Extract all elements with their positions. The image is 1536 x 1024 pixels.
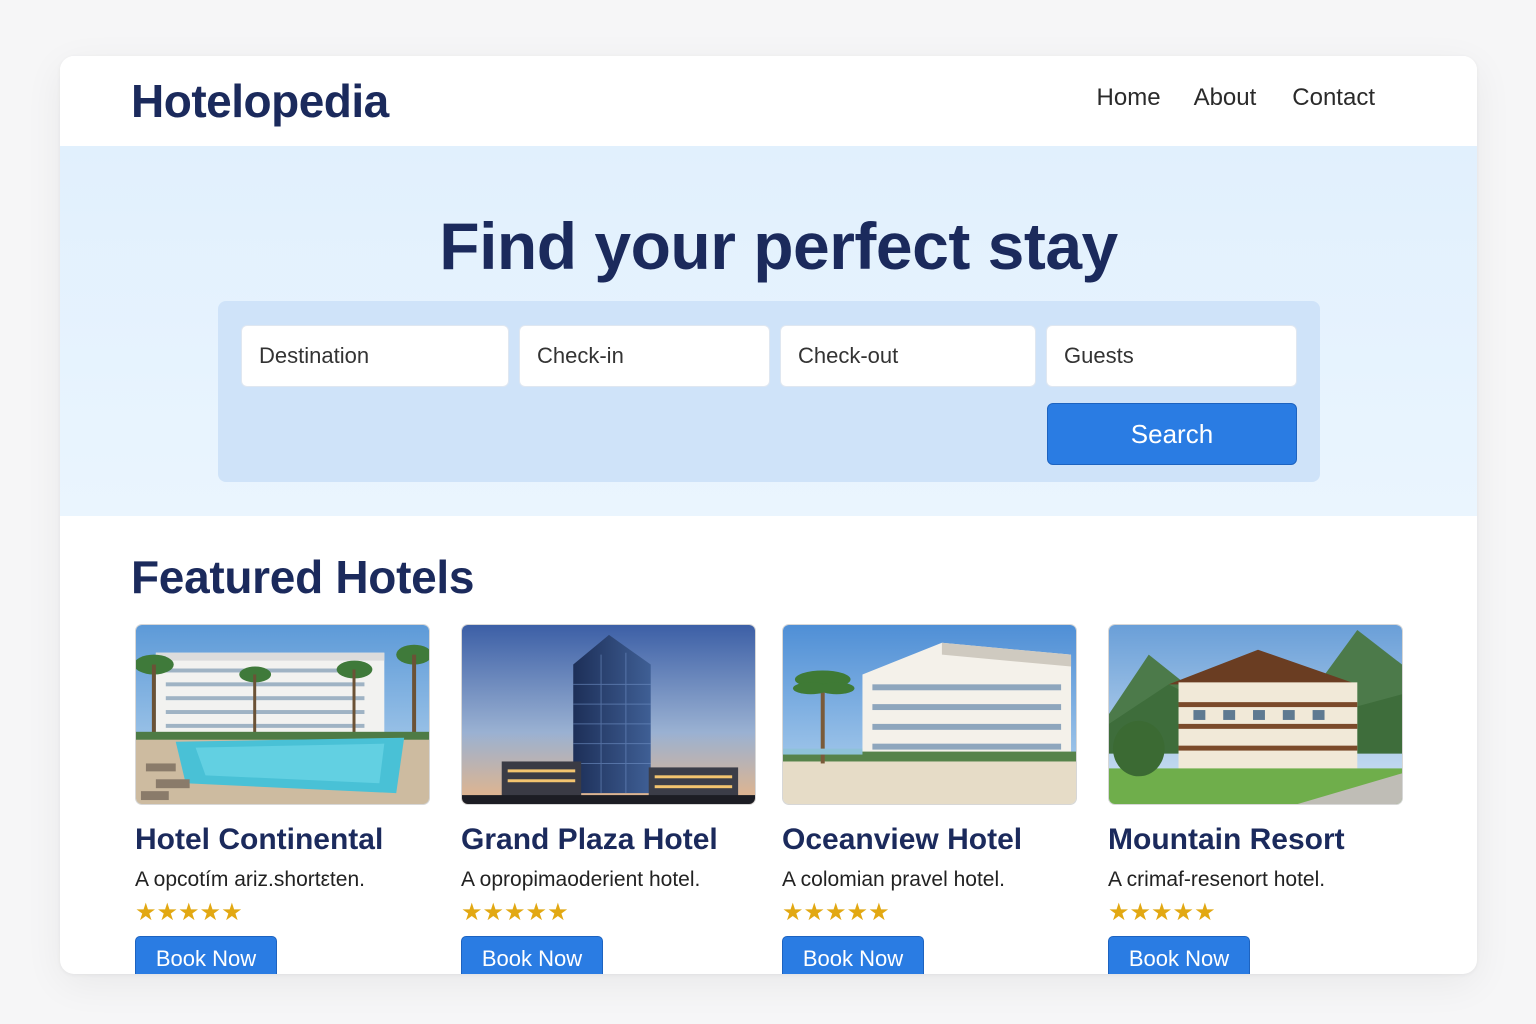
check-in-input[interactable]: Check-in — [519, 325, 770, 387]
star-rating-icon: ★★★★★ — [461, 898, 569, 926]
hotel-photo-mountain-chalet[interactable] — [1108, 624, 1403, 805]
search-panel: Destination Check-in Check-out Guests Se… — [218, 301, 1320, 482]
hotel-card: Mountain Resort A crimaf-resenort hotel.… — [1108, 624, 1403, 974]
book-now-button[interactable]: Book Now — [135, 936, 277, 974]
hotel-card: Grand Plaza Hotel A opropimaoderient hot… — [461, 624, 756, 974]
nav-home-link[interactable]: Home — [1097, 84, 1161, 112]
hotel-name[interactable]: Grand Plaza Hotel — [461, 823, 756, 857]
book-now-button[interactable]: Book Now — [1108, 936, 1250, 974]
browser-page: Hotelopedia Home About Contact Find your… — [60, 56, 1477, 974]
star-rating-icon: ★★★★★ — [782, 898, 890, 926]
site-header: Hotelopedia Home About Contact — [60, 56, 1477, 146]
guests-input[interactable]: Guests — [1046, 325, 1297, 387]
hero-title: Find your perfect stay — [439, 209, 1118, 283]
book-now-button[interactable]: Book Now — [461, 936, 603, 974]
hotel-card: Oceanview Hotel A colomian pravel hotel.… — [782, 624, 1077, 974]
brand-logo[interactable]: Hotelopedia — [131, 74, 389, 128]
star-rating-icon: ★★★★★ — [1108, 898, 1216, 926]
nav-about-link[interactable]: About — [1194, 84, 1257, 112]
check-out-input[interactable]: Check-out — [780, 325, 1036, 387]
hotel-description: A colomian pravel hotel. — [782, 868, 1005, 891]
hotel-photo-city-tower[interactable] — [461, 624, 756, 805]
book-now-button[interactable]: Book Now — [782, 936, 924, 974]
hotel-name[interactable]: Mountain Resort — [1108, 823, 1403, 857]
hotel-description: A crimaf-resenort hotel. — [1108, 868, 1326, 891]
hotel-card: Hotel Continental A opcotím ariz.shortεt… — [135, 624, 430, 974]
hotel-photo-resort-pool[interactable] — [135, 624, 430, 805]
hotel-description: A opcotím ariz.shortεten. — [135, 868, 365, 891]
hotel-name[interactable]: Oceanview Hotel — [782, 823, 1077, 857]
hero-section: Find your perfect stay Destination Check… — [60, 146, 1477, 516]
hotel-description: A opropimaoderient hotel. — [461, 868, 701, 891]
destination-input[interactable]: Destination — [241, 325, 509, 387]
hotel-photo-beachfront[interactable] — [782, 624, 1077, 805]
star-rating-icon: ★★★★★ — [135, 898, 243, 926]
main-nav: Home About Contact — [1097, 84, 1375, 112]
hotel-name[interactable]: Hotel Continental — [135, 823, 430, 857]
featured-hotels-title: Featured Hotels — [131, 551, 475, 603]
search-button[interactable]: Search — [1047, 403, 1297, 465]
nav-contact-link[interactable]: Contact — [1292, 84, 1375, 112]
